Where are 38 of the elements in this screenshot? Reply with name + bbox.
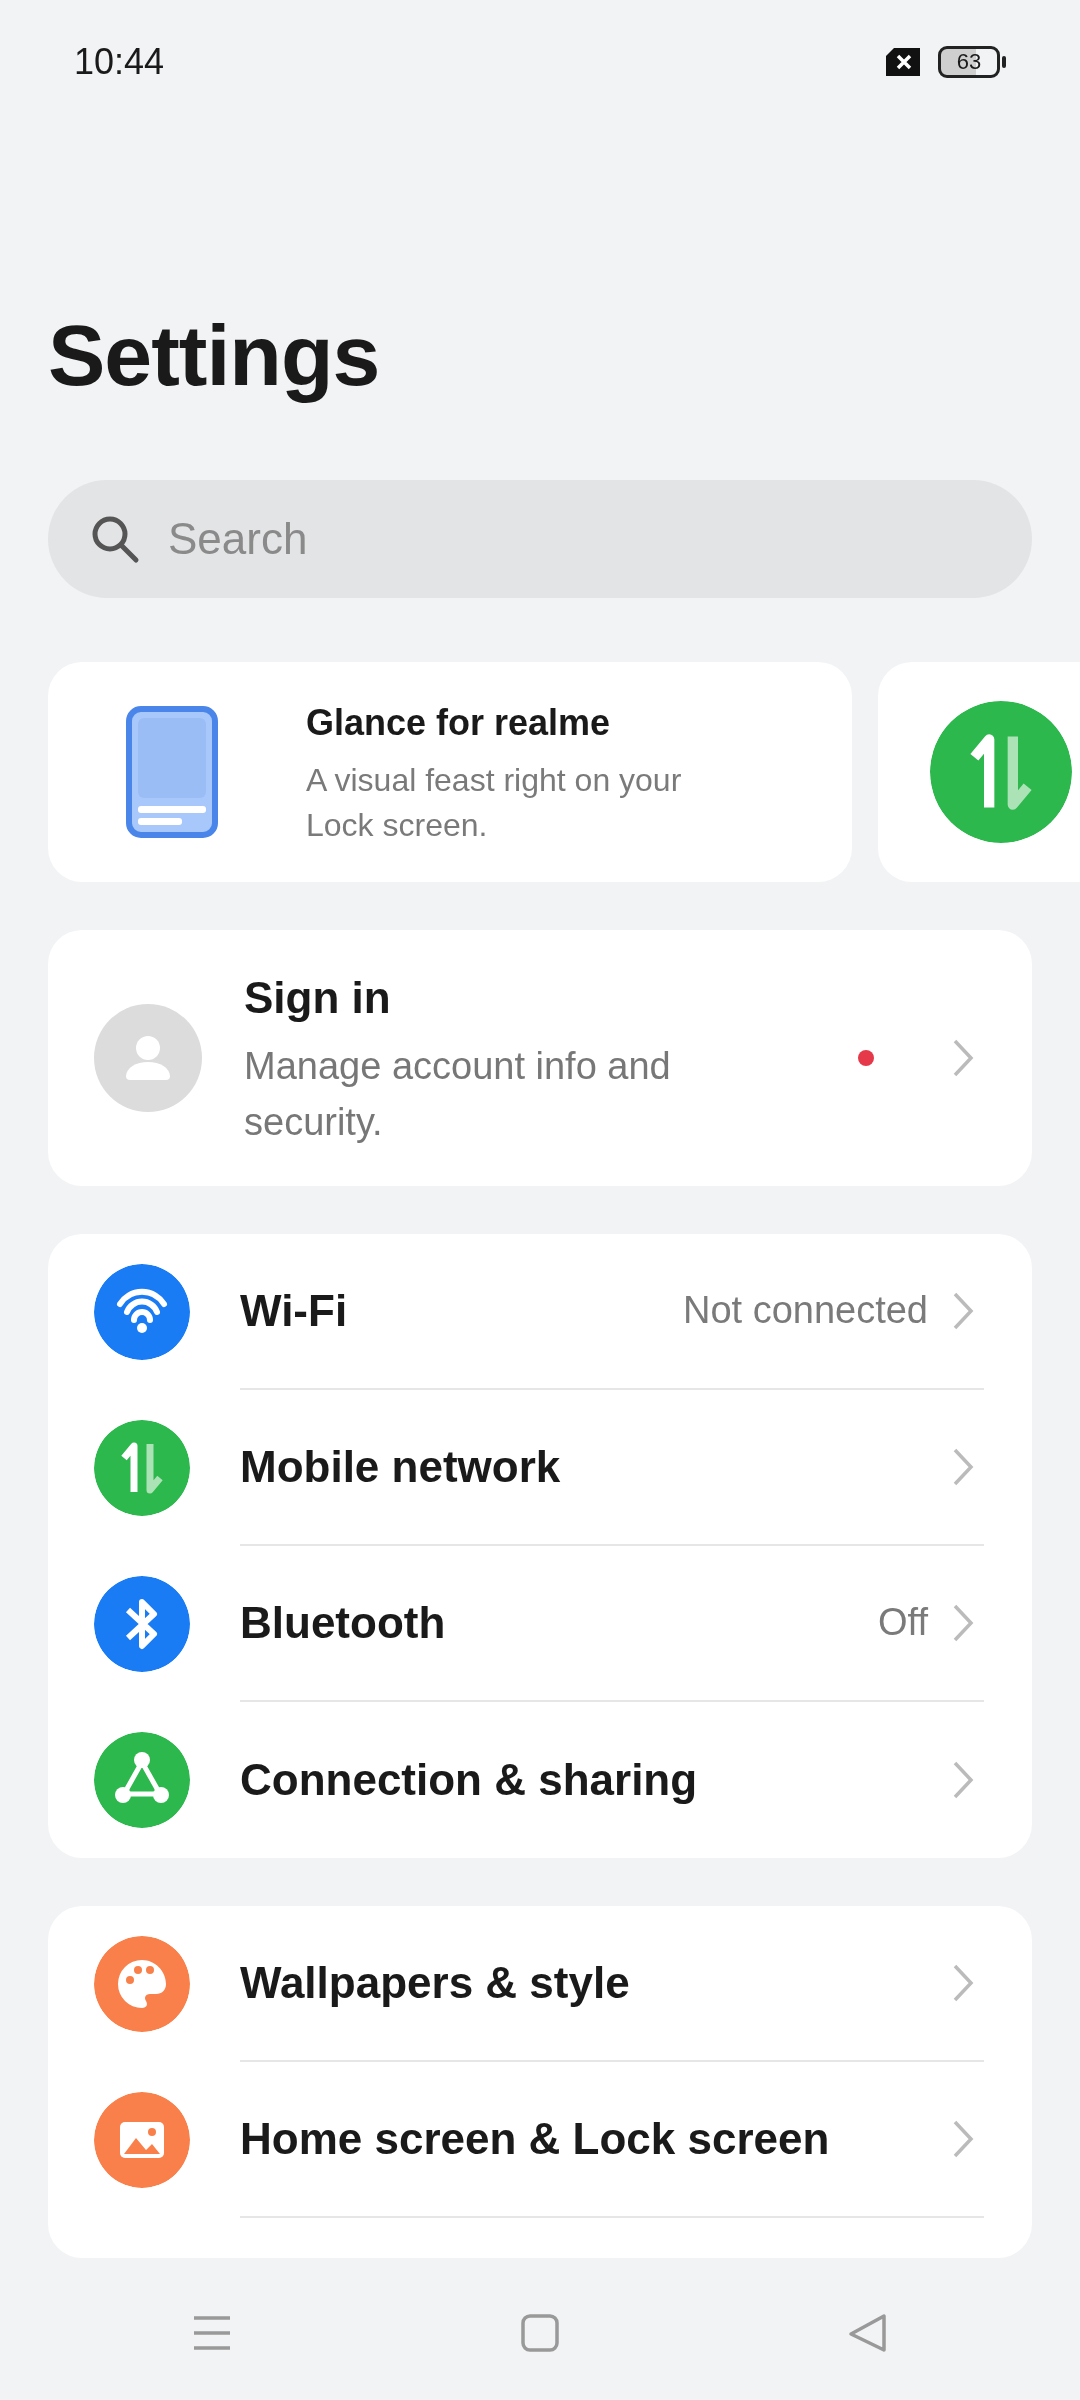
menu-icon[interactable]: [192, 2314, 233, 2351]
card-title: Glance for realme: [306, 700, 612, 745]
settings-row[interactable]: Wallpapers & style: [48, 1905, 1032, 2062]
phone-icon: [126, 705, 218, 838]
chevron-icon: [952, 1759, 974, 1800]
clock: 10:44: [74, 40, 165, 84]
row-label: Wallpapers & style: [240, 1956, 631, 2009]
avatar-icon: [94, 1003, 202, 1112]
glance-card[interactable]: Glance for realme A visual feast right on your Lock screen.: [48, 661, 852, 882]
settings-row[interactable]: Mobile network: [48, 1389, 1032, 1546]
row-value: Off: [878, 1600, 928, 1645]
row-label: Home screen & Lock screen: [240, 2112, 831, 2165]
page-title: Settings: [48, 306, 380, 405]
chevron-icon: [952, 1446, 974, 1487]
account-title: Sign in: [244, 972, 392, 1025]
search-field[interactable]: Search: [48, 479, 1032, 598]
chevron-icon: [952, 1037, 974, 1078]
arrows-icon: [930, 700, 1072, 843]
account-subtitle: Manage account info and security.: [244, 1044, 672, 1145]
account-card[interactable]: Sign in Manage account info and security.: [48, 929, 1032, 1186]
chevron-icon: [952, 2118, 974, 2159]
row-label: Bluetooth: [240, 1596, 447, 1649]
shortcut-card[interactable]: [878, 661, 1080, 882]
row-label: Wi-Fi: [240, 1284, 349, 1337]
chevron-icon: [952, 1602, 974, 1643]
settings-row[interactable]: Wi-Fi Not connected: [48, 1233, 1032, 1390]
settings-row[interactable]: Bluetooth Off: [48, 1545, 1032, 1702]
row-label: Mobile network: [240, 1440, 562, 1493]
home-icon[interactable]: [521, 2313, 559, 2352]
no-sim-icon: [886, 48, 922, 76]
back-icon[interactable]: [847, 2312, 888, 2353]
row-label: Connection & sharing: [240, 1753, 699, 1806]
card-subtitle: A visual feast right on your Lock screen.: [306, 760, 683, 845]
chevron-icon: [952, 1290, 974, 1331]
settings-row[interactable]: Connection & sharing: [48, 1701, 1032, 1858]
settings-row[interactable]: Home screen & Lock screen: [48, 2061, 1032, 2218]
chevron-icon: [952, 1962, 974, 2003]
row-value: Not connected: [682, 1288, 928, 1333]
